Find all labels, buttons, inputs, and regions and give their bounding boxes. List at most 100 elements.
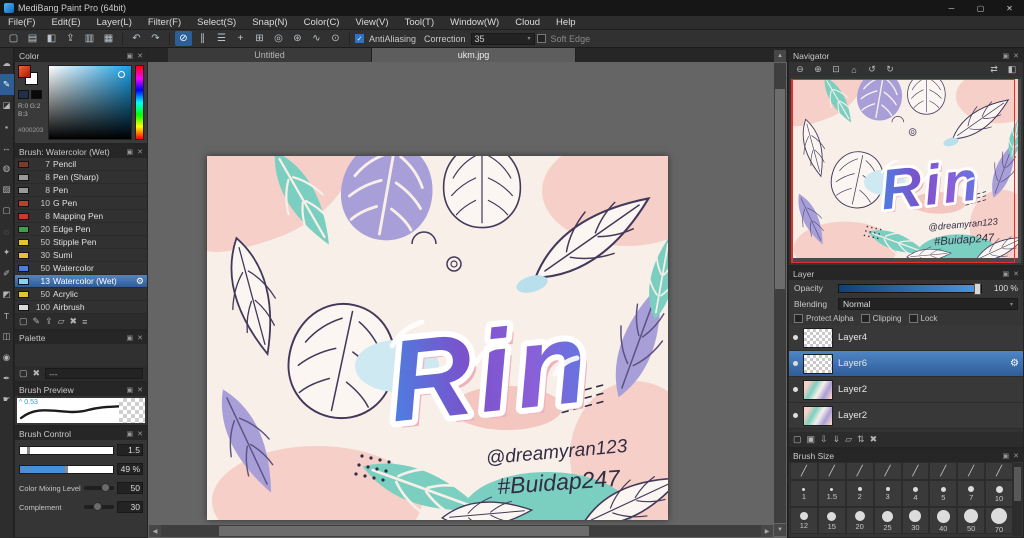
magic-wand-tool[interactable]: ✦: [0, 242, 14, 263]
brush-min-size-value[interactable]: 1.5: [117, 444, 143, 456]
palette-swatch-area[interactable]: [15, 344, 147, 366]
brush-size-cell[interactable]: 70: [985, 507, 1013, 534]
snap-crosshatch-icon[interactable]: ☰: [213, 31, 230, 46]
select-eraser-tool[interactable]: ◩: [0, 284, 14, 305]
brush-size-cell[interactable]: 3: [873, 480, 902, 507]
layer-thumbnail[interactable]: [803, 379, 833, 400]
text-tool[interactable]: T: [0, 305, 14, 326]
layer-visibility-dot[interactable]: [793, 361, 798, 366]
zoom-fit-icon[interactable]: ⊡: [828, 63, 844, 76]
correction-input[interactable]: 35 ▾: [470, 32, 535, 45]
brush-opacity-value[interactable]: 49 %: [117, 463, 143, 475]
panel-close-icon[interactable]: ✕: [137, 148, 143, 156]
brush-list-item[interactable]: 8 Pen (Sharp) ⚙: [15, 171, 147, 184]
panel-close-icon[interactable]: ✕: [137, 334, 143, 342]
zoom-out-icon[interactable]: ⊖: [792, 63, 808, 76]
brush-min-size-slider[interactable]: [19, 445, 114, 455]
soft-edge-checkbox[interactable]: [536, 34, 546, 43]
menu-item[interactable]: Edit(E): [43, 17, 88, 28]
brush-size-cell[interactable]: 2: [845, 480, 874, 507]
menu-item[interactable]: Layer(L): [89, 17, 140, 28]
canvas-horizontal-scrollbar[interactable]: ◀ ▶: [149, 525, 773, 537]
panel-float-icon[interactable]: ▣: [127, 148, 134, 156]
menu-item[interactable]: Select(S): [189, 17, 244, 28]
flip-canvas-icon[interactable]: ⇄: [986, 63, 1002, 76]
brush-size-cell[interactable]: 4: [901, 480, 930, 507]
complement-slider[interactable]: [84, 502, 114, 511]
color-panel-header[interactable]: Color ▣ ✕: [15, 49, 147, 62]
delete-brush-icon[interactable]: ✖: [70, 316, 78, 327]
merge-layer-icon[interactable]: ⇓: [833, 434, 841, 445]
close-button[interactable]: ✕: [995, 0, 1024, 16]
menu-item[interactable]: Color(C): [296, 17, 348, 28]
slider-knob[interactable]: [64, 465, 68, 473]
transfer-layer-icon[interactable]: ⇩: [820, 434, 828, 445]
panel-float-icon[interactable]: ▣: [127, 430, 134, 438]
move-layer-icon[interactable]: ⇅: [857, 434, 865, 445]
brush-panel-header[interactable]: Brush: Watercolor (Wet) ▣ ✕: [15, 145, 147, 158]
layer-row[interactable]: Layer6 ⚙: [789, 351, 1023, 377]
brush-list-item[interactable]: 50 Stipple Pen ⚙: [15, 236, 147, 249]
snap-radial-icon[interactable]: ⊛: [289, 31, 306, 46]
palette-name-select[interactable]: ---: [45, 368, 143, 379]
brush-size-scroll-thumb[interactable]: [1014, 467, 1021, 501]
brush-size-cell[interactable]: 40: [929, 507, 958, 534]
brush-size-cell[interactable]: 30: [901, 507, 930, 534]
layer-settings-gear-icon[interactable]: ⚙: [1010, 358, 1019, 369]
menu-item[interactable]: File(F): [0, 17, 43, 28]
brush-opacity-slider[interactable]: [19, 464, 114, 474]
scroll-right-arrow[interactable]: ▶: [761, 525, 773, 537]
menu-item[interactable]: View(V): [347, 17, 396, 28]
layer-panel-header[interactable]: Layer ▣ ✕: [789, 267, 1023, 280]
canvas-settings-icon[interactable]: ▥: [81, 31, 98, 46]
pen-tool[interactable]: ✒: [0, 368, 14, 389]
clipping-checkbox[interactable]: [860, 314, 870, 323]
horizontal-scroll-thumb[interactable]: [219, 526, 589, 536]
complement-value[interactable]: 30: [117, 501, 143, 513]
lasso-tool[interactable]: ◌: [0, 221, 14, 242]
add-layer-icon[interactable]: ▢: [793, 434, 802, 445]
color-picker-cursor[interactable]: [118, 71, 125, 78]
panel-float-icon[interactable]: ▣: [127, 52, 134, 60]
zoom-100-icon[interactable]: ⌂: [846, 63, 862, 76]
gradient-tool[interactable]: ▨: [0, 179, 14, 200]
slider-knob[interactable]: [100, 483, 110, 492]
add-brush-icon[interactable]: ▢: [19, 316, 28, 327]
antialiasing-checkbox[interactable]: ✓: [355, 34, 364, 43]
brush-tip-icon[interactable]: ╱: [873, 462, 902, 480]
panel-close-icon[interactable]: ✕: [137, 52, 143, 60]
saturation-value-picker[interactable]: [48, 65, 132, 140]
menu-item[interactable]: Snap(N): [244, 17, 295, 28]
layer-thumbnail[interactable]: [803, 327, 833, 348]
panel-float-icon[interactable]: ▣: [1003, 270, 1010, 278]
brush-size-cell[interactable]: 50: [957, 507, 986, 534]
redo-icon[interactable]: ↷: [147, 31, 164, 46]
brush-list-item[interactable]: 100 Airbrush ⚙: [15, 301, 147, 314]
scroll-left-arrow[interactable]: ◀: [149, 525, 161, 537]
panel-close-icon[interactable]: ✕: [1013, 52, 1019, 60]
color-mixing-slider[interactable]: [84, 483, 114, 492]
add-palette-icon[interactable]: ▢: [19, 368, 28, 379]
brush-size-cell[interactable]: 20: [845, 507, 874, 534]
move-tool[interactable]: ↔: [0, 137, 14, 158]
add-folder-icon[interactable]: ▱: [845, 434, 852, 445]
snap-cross-icon[interactable]: +: [232, 31, 249, 46]
layer-row[interactable]: Layer2 ⚙: [789, 403, 1023, 429]
minimize-button[interactable]: ─: [937, 0, 966, 16]
brush-tip-icon[interactable]: ╱: [929, 462, 958, 480]
drawing-canvas[interactable]: Rin Rin Rin @dreamyran123 #Buidap247: [207, 156, 668, 520]
correction-dropdown-icon[interactable]: ▾: [528, 35, 531, 42]
snap-settings-icon[interactable]: ⊙: [327, 31, 344, 46]
scroll-up-arrow[interactable]: ▲: [774, 50, 786, 62]
brush-size-cell[interactable]: 1: [790, 480, 818, 507]
hue-slider[interactable]: [135, 65, 144, 140]
open-file-icon[interactable]: ▤: [24, 31, 41, 46]
brush-size-cell[interactable]: 1.5: [817, 480, 846, 507]
zoom-in-icon[interactable]: ⊕: [810, 63, 826, 76]
snap-curve-icon[interactable]: ∿: [308, 31, 325, 46]
brush-size-cell[interactable]: 7: [957, 480, 986, 507]
panel-float-icon[interactable]: ▣: [127, 386, 134, 394]
navigator-header[interactable]: Navigator ▣ ✕: [789, 49, 1023, 62]
brush-size-cell[interactable]: 25: [873, 507, 902, 534]
panel-float-icon[interactable]: ▣: [127, 334, 134, 342]
